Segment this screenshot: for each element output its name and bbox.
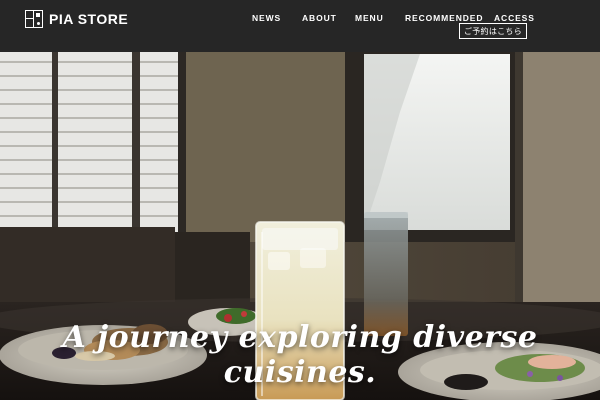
right-pillar [515,52,600,312]
hero-tagline: A journey exploring diverse cuisines. [62,320,538,390]
pillar-edge [515,52,523,312]
shutter-window [0,52,185,234]
water-glass [364,212,408,336]
site-header: PIA STORE NEWS ABOUT MENU RECOMMENDED AC… [0,0,600,52]
nav-item-about[interactable]: ABOUT [302,13,337,23]
warm-wall [185,52,345,242]
nav-item-news[interactable]: NEWS [252,13,281,23]
hero-section: A journey exploring diverse cuisines. [0,52,600,400]
nav-item-menu[interactable]: MENU [355,13,384,23]
reservation-button[interactable]: ご予約はこちら [459,23,527,39]
nav-item-access[interactable]: ACCESS [494,13,535,23]
nav-item-recommended[interactable]: RECOMMENDED [405,13,483,23]
shutter-frame [52,52,58,234]
shutter-frame-3 [178,52,186,242]
shutter-frame-2 [132,52,140,234]
